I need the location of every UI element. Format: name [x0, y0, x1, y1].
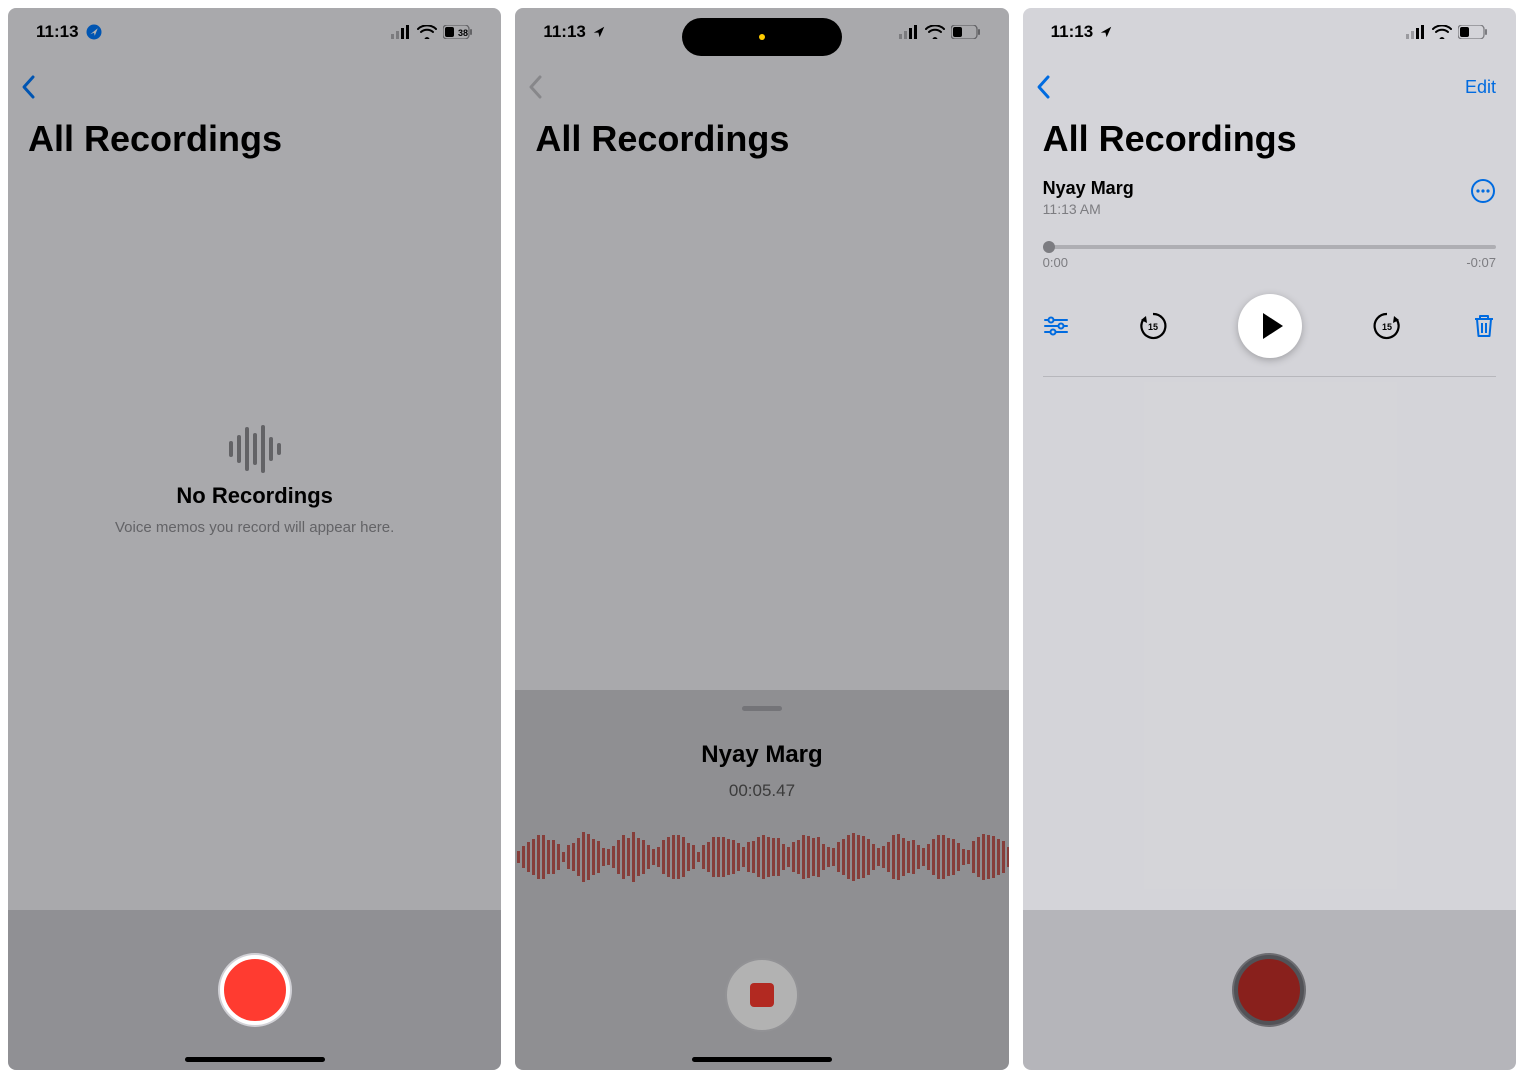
- edit-button[interactable]: Edit: [1465, 77, 1496, 98]
- back-button[interactable]: [1035, 74, 1053, 100]
- elapsed-label: 0:00: [1043, 255, 1068, 270]
- delete-trash-button[interactable]: [1472, 313, 1496, 339]
- recording-panel: Nyay Marg 00:05.47: [515, 690, 1008, 1070]
- record-button[interactable]: [1234, 955, 1304, 1025]
- empty-state: No Recordings Voice memos you record wil…: [8, 170, 501, 910]
- play-button[interactable]: [1238, 294, 1302, 358]
- back-button[interactable]: [20, 74, 38, 100]
- home-indicator: [692, 1057, 832, 1062]
- wifi-icon: [417, 25, 437, 39]
- location-arrow-icon: [592, 25, 606, 39]
- clock-label: 11:13: [543, 22, 586, 42]
- screen-playback: 11:13 Edit All Recordings Nyay Marg: [1023, 8, 1516, 1070]
- battery-icon: [1458, 25, 1488, 39]
- elapsed-time: 00:05.47: [729, 781, 795, 801]
- nav-bar: [8, 56, 501, 104]
- clock-label: 11:13: [1051, 22, 1094, 42]
- recording-dot-icon: [759, 34, 765, 40]
- cellular-icon: [391, 25, 411, 39]
- recording-list-item[interactable]: Nyay Marg 11:13 AM 0:00 -0:07 15: [1023, 170, 1516, 377]
- skip-back-15-button[interactable]: 15: [1137, 310, 1169, 342]
- dynamic-island[interactable]: [682, 18, 842, 56]
- record-button[interactable]: [220, 955, 290, 1025]
- stop-record-button[interactable]: [727, 960, 797, 1030]
- settings-sliders-icon[interactable]: [1043, 315, 1069, 337]
- scrubber-thumb[interactable]: [1043, 241, 1055, 253]
- status-bar: 11:13 38: [8, 8, 501, 56]
- playback-controls: 15 15: [1043, 294, 1496, 377]
- stop-icon: [750, 983, 774, 1007]
- page-title: All Recordings: [8, 104, 501, 170]
- recording-name: Nyay Marg: [701, 741, 822, 769]
- home-indicator: [185, 1057, 325, 1062]
- page-title: All Recordings: [1023, 104, 1516, 170]
- nav-bar: Edit: [1023, 56, 1516, 104]
- svg-text:15: 15: [1148, 322, 1158, 332]
- skip-forward-15-button[interactable]: 15: [1371, 310, 1403, 342]
- record-toolbar: [8, 910, 501, 1070]
- svg-text:38: 38: [458, 28, 468, 38]
- play-icon: [1263, 313, 1283, 339]
- screen-recording-active: 11:13 All Recordings Nyay Marg 00:05.: [515, 8, 1008, 1070]
- page-title: All Recordings: [515, 104, 1008, 170]
- screen-no-recordings: 11:13 38 All Recordings: [8, 8, 501, 1070]
- record-toolbar: [1023, 910, 1516, 1070]
- status-bar: 11:13: [1023, 8, 1516, 56]
- location-arrow-icon: [85, 23, 103, 41]
- playback-scrubber[interactable]: [1043, 245, 1496, 249]
- empty-title: No Recordings: [176, 483, 332, 509]
- clock-label: 11:13: [36, 22, 79, 42]
- waveform-icon: [227, 425, 283, 473]
- empty-subtitle: Voice memos you record will appear here.: [115, 519, 394, 536]
- location-arrow-icon: [1099, 25, 1113, 39]
- wifi-icon: [925, 25, 945, 39]
- more-options-button[interactable]: [1470, 178, 1496, 204]
- cellular-icon: [899, 25, 919, 39]
- recording-time-label: 11:13 AM: [1043, 201, 1134, 217]
- battery-icon: 38: [443, 25, 473, 39]
- svg-text:15: 15: [1382, 322, 1392, 332]
- battery-icon: [951, 25, 981, 39]
- remaining-label: -0:07: [1466, 255, 1496, 270]
- waveform-display: [515, 827, 1008, 887]
- wifi-icon: [1432, 25, 1452, 39]
- recording-name: Nyay Marg: [1043, 178, 1134, 199]
- back-button[interactable]: [527, 74, 545, 100]
- nav-bar: [515, 56, 1008, 104]
- cellular-icon: [1406, 25, 1426, 39]
- grab-handle[interactable]: [742, 706, 782, 711]
